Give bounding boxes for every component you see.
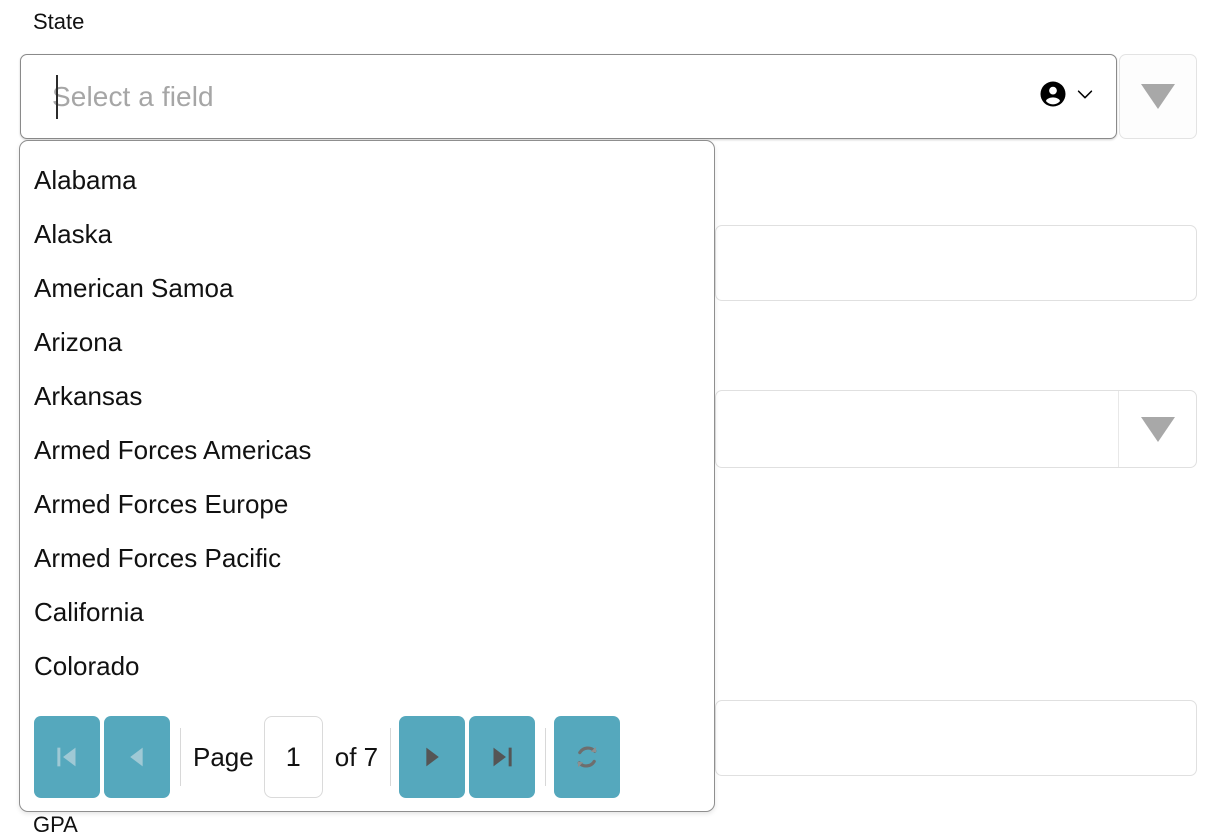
text-caret: [56, 75, 58, 119]
last-page-button[interactable]: [469, 716, 536, 798]
list-item[interactable]: American Samoa: [20, 261, 714, 315]
state-field-label: State: [33, 9, 85, 34]
last-page-icon: [493, 747, 512, 767]
background-combobox-input-2[interactable]: [716, 391, 1118, 467]
gpa-field-label: GPA: [33, 812, 78, 832]
screen-root: State Select a field GPA Alabama Alaska …: [0, 0, 1222, 832]
state-combobox-row: Select a field: [20, 54, 1197, 139]
combobox-adornments: [1038, 79, 1102, 114]
state-dropdown-trigger-button[interactable]: [1119, 54, 1197, 139]
list-item[interactable]: Armed Forces Americas: [20, 423, 714, 477]
account-circle-icon[interactable]: [1038, 79, 1068, 114]
state-option-list: Alabama Alaska American Samoa Arizona Ar…: [20, 141, 714, 703]
refresh-icon: [577, 746, 597, 768]
first-page-icon: [57, 747, 76, 767]
state-placeholder-text: Select a field: [52, 80, 214, 112]
list-item[interactable]: Armed Forces Europe: [20, 477, 714, 531]
list-item[interactable]: Alabama: [20, 153, 714, 207]
background-input-field-1[interactable]: [715, 225, 1197, 301]
previous-page-button[interactable]: [104, 716, 170, 798]
pager-divider-refresh: [545, 728, 547, 786]
state-dropdown-popup: Alabama Alaska American Samoa Arizona Ar…: [19, 140, 715, 812]
triangle-down-icon: [1140, 416, 1175, 442]
next-page-icon: [426, 747, 439, 767]
pager-divider-right: [390, 728, 392, 786]
pager-page-input[interactable]: [263, 716, 323, 798]
list-item[interactable]: Arizona: [20, 315, 714, 369]
pager-page-label: Page: [193, 741, 254, 772]
list-item[interactable]: Colorado: [20, 639, 714, 693]
list-item[interactable]: California: [20, 585, 714, 639]
background-input-field-3[interactable]: [715, 700, 1197, 776]
background-dropdown-trigger-button-2[interactable]: [1118, 391, 1196, 467]
background-combobox-field-2: [715, 390, 1197, 468]
list-item[interactable]: Armed Forces Pacific: [20, 531, 714, 585]
dropdown-pager: Page of 7: [20, 703, 714, 811]
pager-divider-left: [180, 728, 181, 786]
list-item[interactable]: Arkansas: [20, 369, 714, 423]
refresh-button[interactable]: [554, 716, 621, 798]
triangle-down-icon: [1141, 84, 1175, 109]
state-combobox-input[interactable]: Select a field: [20, 54, 1117, 139]
next-page-button[interactable]: [399, 716, 466, 798]
list-item[interactable]: Alaska: [20, 207, 714, 261]
previous-page-icon: [130, 747, 143, 767]
first-page-button[interactable]: [34, 716, 100, 798]
chevron-down-icon[interactable]: [1074, 83, 1096, 110]
pager-total-label: of 7: [334, 741, 379, 772]
